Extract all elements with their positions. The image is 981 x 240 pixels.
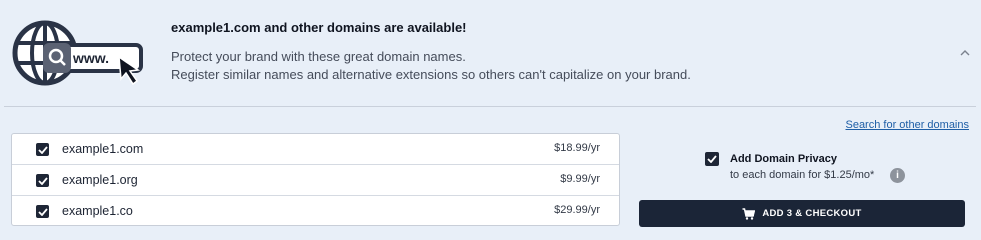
header-description-line-1: Protect your brand with these great doma… (171, 49, 466, 64)
cart-icon (742, 207, 756, 220)
domain-row: example1.org $9.99/yr (12, 165, 619, 196)
domain-price: $9.99/yr (560, 173, 600, 185)
domain-checkbox[interactable] (36, 205, 49, 218)
domain-price: $18.99/yr (554, 142, 600, 154)
domain-suggestion-header: www. example1.com and other domains are … (0, 0, 981, 106)
domain-row: example1.com $18.99/yr (12, 134, 619, 165)
globe-search-icon: www. (12, 20, 143, 86)
header-title: example1.com and other domains are avail… (171, 20, 467, 35)
header-description: Protect your brand with these great doma… (171, 48, 691, 84)
section-divider (4, 106, 976, 107)
checkout-button-label: ADD 3 & CHECKOUT (762, 208, 862, 219)
search-other-domains-link[interactable]: Search for other domains (845, 119, 969, 131)
add-and-checkout-button[interactable]: ADD 3 & CHECKOUT (639, 200, 965, 227)
domain-privacy-checkbox[interactable] (705, 152, 719, 166)
domain-privacy-title: Add Domain Privacy (730, 153, 837, 165)
header-description-line-2: Register similar names and alternative e… (171, 67, 691, 82)
checkmark-icon (707, 155, 717, 163)
domain-list: example1.com $18.99/yr example1.org $9.9… (11, 133, 620, 226)
domain-name: example1.co (62, 204, 133, 218)
collapse-button[interactable] (956, 44, 974, 62)
domain-row: example1.co $29.99/yr (12, 196, 619, 227)
illustration-www-text: www. (72, 50, 109, 66)
info-icon[interactable]: i (890, 168, 905, 183)
checkmark-icon (37, 145, 48, 154)
checkmark-icon (37, 207, 48, 216)
checkmark-icon (37, 176, 48, 185)
domain-name: example1.com (62, 142, 144, 156)
domain-checkbox[interactable] (36, 174, 49, 187)
domain-price: $29.99/yr (554, 204, 600, 216)
domain-checkbox[interactable] (36, 143, 49, 156)
domain-name: example1.org (62, 173, 138, 187)
domain-privacy-price: to each domain for $1.25/mo* (730, 169, 875, 181)
chevron-up-icon (960, 50, 970, 56)
